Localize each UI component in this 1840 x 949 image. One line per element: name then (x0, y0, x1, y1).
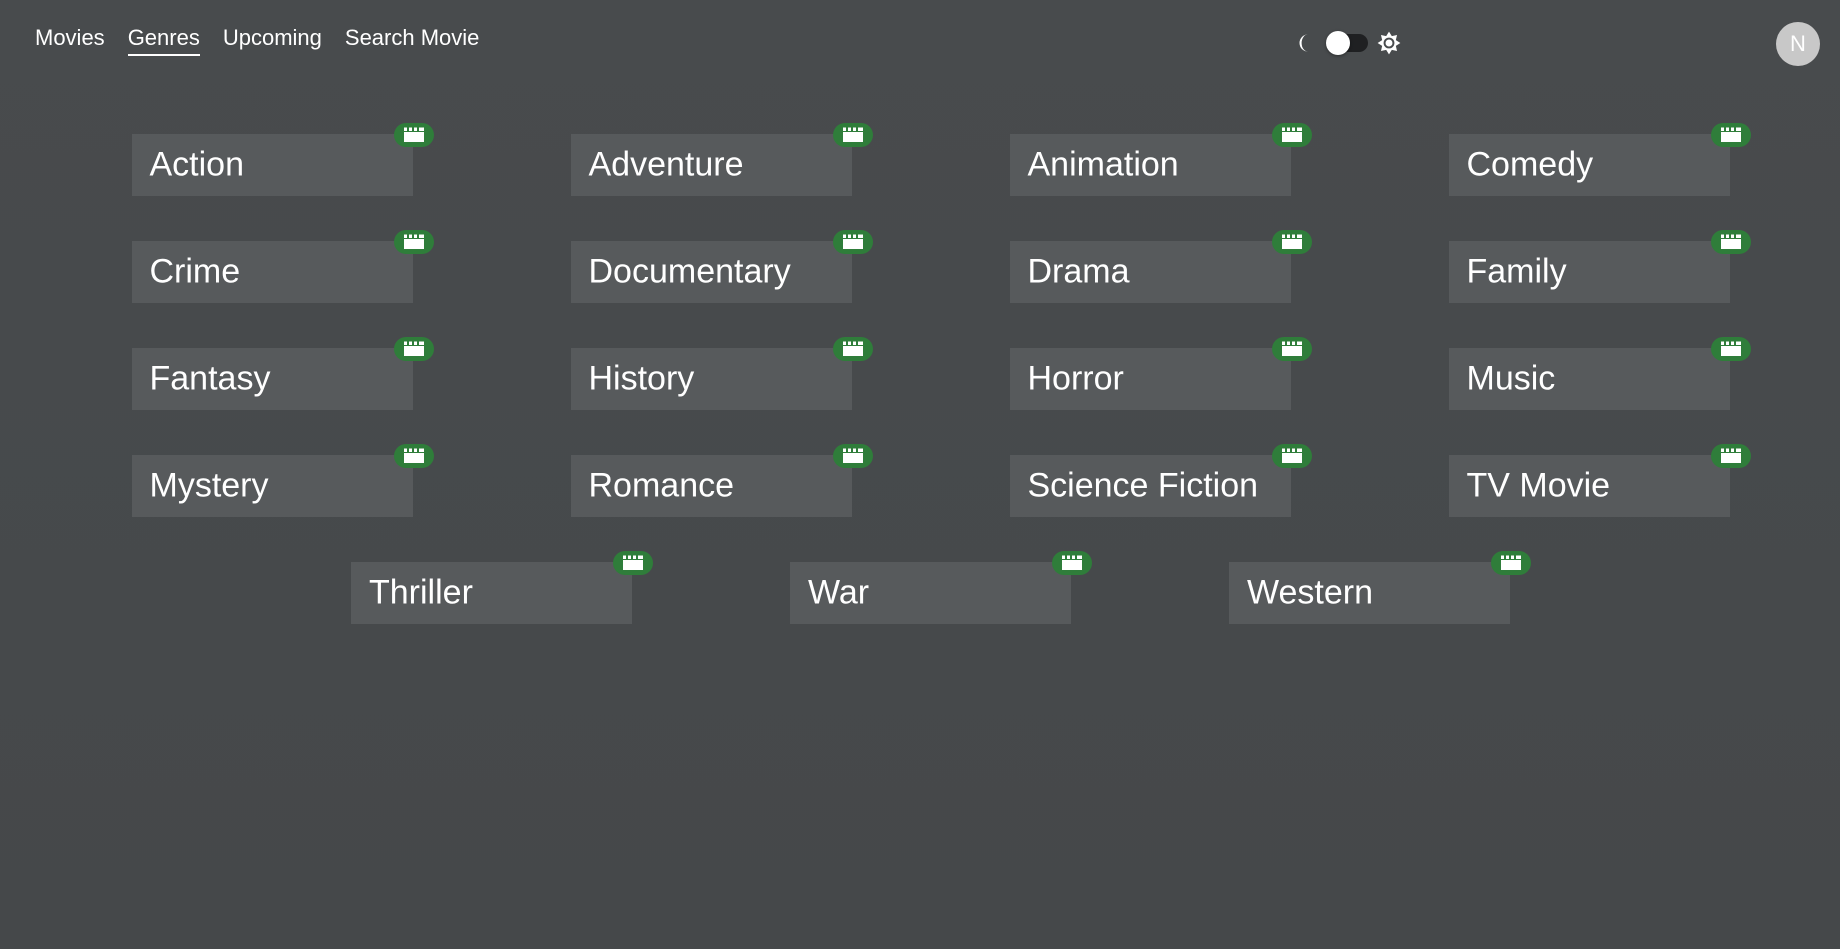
genre-label: Music (1466, 359, 1556, 398)
genre-badge (1271, 337, 1312, 361)
genre-badge (832, 123, 873, 147)
genre-grid: Action Adventure Animation Comedy Crime Docum… (123, 123, 1751, 624)
clapperboard-icon (1720, 341, 1742, 357)
genre-label: TV Movie (1466, 466, 1611, 505)
clapperboard-icon (1281, 341, 1303, 357)
clapperboard-icon (403, 127, 425, 143)
genre-label: Animation (1027, 145, 1179, 184)
genre-label: Documentary (588, 252, 791, 291)
clapperboard-icon (842, 448, 864, 464)
genre-label: Romance (588, 466, 735, 505)
genre-label: Fantasy (149, 359, 271, 398)
genre-label: Thriller (369, 573, 473, 612)
clapperboard-icon (1061, 555, 1083, 571)
genre-label: Drama (1027, 252, 1130, 291)
genre-card[interactable]: Romance (570, 444, 873, 517)
genre-card[interactable]: Adventure (570, 123, 873, 196)
clapperboard-icon (842, 234, 864, 250)
genre-card[interactable]: Documentary (570, 230, 873, 303)
genre-card[interactable]: History (570, 337, 873, 410)
theme-toggle (1292, 30, 1402, 56)
clapperboard-icon (1281, 127, 1303, 143)
theme-switch[interactable] (1326, 31, 1368, 55)
genre-label: Western (1247, 573, 1373, 612)
clapperboard-icon (403, 341, 425, 357)
genre-card[interactable]: Thriller (351, 551, 653, 624)
genre-badge (1271, 444, 1312, 468)
genre-badge (1710, 337, 1751, 361)
nav-link-search-movie[interactable]: Search Movie (345, 25, 480, 56)
genre-label: Adventure (588, 145, 744, 184)
genre-badge (1710, 230, 1751, 254)
clapperboard-icon (1720, 127, 1742, 143)
nav-links: Movies Genres Upcoming Search Movie (35, 25, 479, 56)
genre-card[interactable]: Western (1229, 551, 1531, 624)
nav-link-upcoming[interactable]: Upcoming (223, 25, 322, 56)
genre-badge (613, 551, 653, 575)
genre-badge (1052, 551, 1092, 575)
genre-badge (1710, 123, 1751, 147)
moon-icon (1292, 30, 1318, 56)
genre-badge (832, 337, 873, 361)
clapperboard-icon (1720, 234, 1742, 250)
genre-badge (832, 444, 873, 468)
avatar[interactable]: N (1776, 22, 1820, 66)
genre-card[interactable]: Family (1448, 230, 1751, 303)
clapperboard-icon (842, 127, 864, 143)
genre-label: War (808, 573, 870, 612)
genre-label: Mystery (149, 466, 269, 505)
genre-card[interactable]: Fantasy (131, 337, 434, 410)
genre-badge (1271, 230, 1312, 254)
clapperboard-icon (403, 234, 425, 250)
genre-badge (393, 444, 434, 468)
genre-card[interactable]: Drama (1009, 230, 1312, 303)
genre-badge (393, 230, 434, 254)
clapperboard-icon (1281, 448, 1303, 464)
genre-badge (393, 123, 434, 147)
genre-label: Horror (1027, 359, 1124, 398)
genre-card[interactable]: War (790, 551, 1092, 624)
genre-badge (832, 230, 873, 254)
genre-card[interactable]: Comedy (1448, 123, 1751, 196)
genre-card[interactable]: Crime (131, 230, 434, 303)
genre-badge (1491, 551, 1531, 575)
genre-label: Action (149, 145, 245, 184)
genre-card[interactable]: Horror (1009, 337, 1312, 410)
genre-badge (393, 337, 434, 361)
clapperboard-icon (1720, 448, 1742, 464)
genre-card[interactable]: Music (1448, 337, 1751, 410)
clapperboard-icon (1281, 234, 1303, 250)
theme-switch-thumb[interactable] (1326, 31, 1350, 55)
clapperboard-icon (1500, 555, 1522, 571)
clapperboard-icon (622, 555, 644, 571)
nav-link-genres[interactable]: Genres (127, 25, 200, 56)
genre-card[interactable]: Animation (1009, 123, 1312, 196)
genre-label: Crime (149, 252, 241, 291)
genre-label: Science Fiction (1027, 466, 1259, 505)
nav-link-movies[interactable]: Movies (35, 25, 105, 56)
genre-label: Family (1466, 252, 1567, 291)
genre-card[interactable]: Science Fiction (1009, 444, 1312, 517)
genre-card[interactable]: Action (131, 123, 434, 196)
genre-badge (1271, 123, 1312, 147)
genre-card[interactable]: Mystery (131, 444, 434, 517)
genre-label: History (588, 359, 695, 398)
clapperboard-icon (403, 448, 425, 464)
navbar: Movies Genres Upcoming Search Movie N (0, 0, 1840, 80)
genre-label: Comedy (1466, 145, 1594, 184)
clapperboard-icon (842, 341, 864, 357)
genre-card[interactable]: TV Movie (1448, 444, 1751, 517)
genre-badge (1710, 444, 1751, 468)
sun-icon (1376, 30, 1402, 56)
